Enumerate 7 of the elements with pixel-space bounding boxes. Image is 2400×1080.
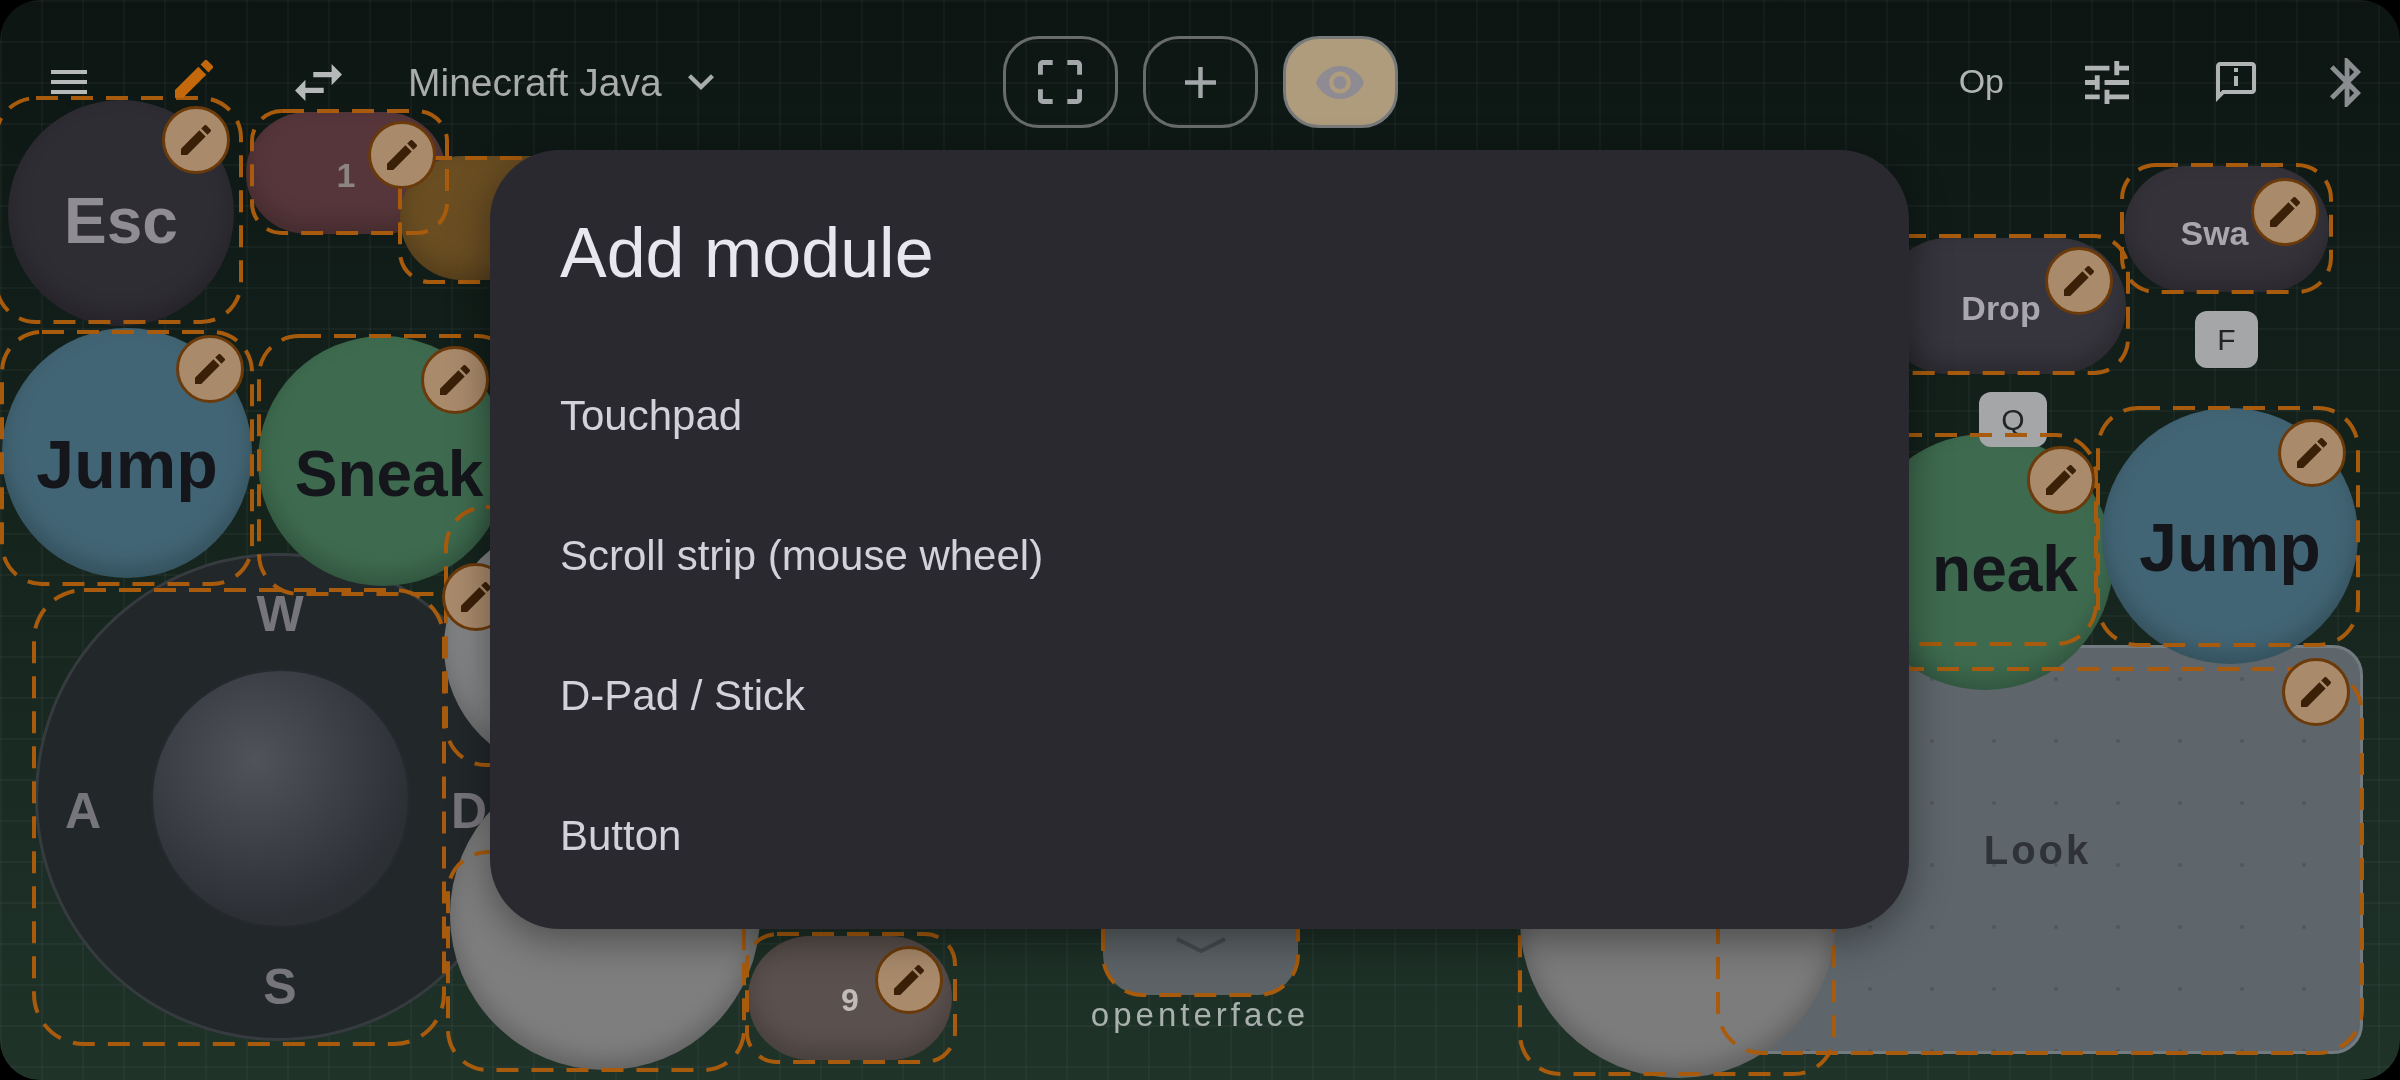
direction-key-label: D (450, 786, 488, 836)
direction-key-label: S (263, 962, 297, 1012)
direction-key-label: A (64, 786, 102, 836)
dialog-title: Add module (560, 213, 934, 294)
key-hint: F (2195, 311, 2258, 368)
brand-wordmark: openterface (1090, 998, 1310, 1031)
direction-key-label: W (256, 589, 304, 639)
